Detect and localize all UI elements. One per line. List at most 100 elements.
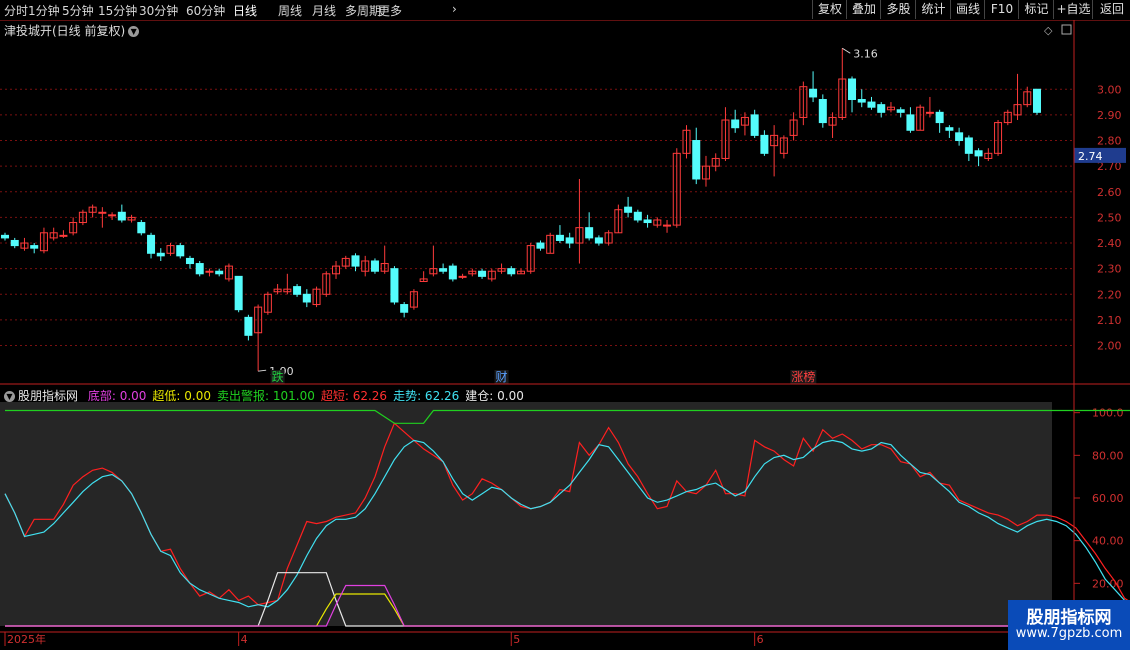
candle-body xyxy=(925,111,934,114)
tab-1[interactable]: 1分钟 xyxy=(28,2,60,19)
ind-tick-1: 80.00 xyxy=(1092,449,1124,462)
tab-2[interactable]: 5分钟 xyxy=(62,2,94,19)
candle-38 xyxy=(370,258,379,274)
price-tick-2: 2.80 xyxy=(1097,135,1122,148)
candle-body xyxy=(10,239,19,247)
candle-body xyxy=(536,242,545,249)
chevron-right-icon[interactable]: › xyxy=(452,2,457,16)
candle-body xyxy=(867,101,876,108)
watermark-title: 股朋指标网 xyxy=(1026,608,1112,628)
max-price-label: 3.16 xyxy=(853,47,878,60)
candle-body xyxy=(555,234,564,241)
indicator-header: ▼ 股朋指标网 底部: 0.00 超低: 0.00 卖出警报: 101.00 超短: 6… xyxy=(4,387,524,404)
tab-9[interactable]: 多周期 xyxy=(345,2,381,19)
toolbar-button-0[interactable]: 复权 xyxy=(812,0,847,19)
toolbar-button-5[interactable]: F10 xyxy=(984,0,1019,19)
candle-body xyxy=(370,260,379,272)
tab-6[interactable]: 日线 xyxy=(233,2,257,19)
tab-0[interactable]: 分时 xyxy=(4,2,28,19)
candle-24 xyxy=(234,275,243,313)
toolbar-button-4[interactable]: 画线 xyxy=(950,0,985,19)
event-badge-2: 涨榜 xyxy=(791,369,815,384)
candle-14 xyxy=(137,219,146,236)
candle-body xyxy=(809,88,818,98)
candle-20 xyxy=(195,260,204,277)
candle-body xyxy=(215,270,224,275)
candle-body xyxy=(643,219,652,224)
candle-body xyxy=(1032,88,1042,113)
candle-body xyxy=(448,265,457,280)
candle-body xyxy=(244,316,253,336)
candle-18 xyxy=(176,243,185,259)
candle-body xyxy=(439,268,448,272)
event-badge-0: 跌 xyxy=(272,369,284,384)
indicator-value-3: 超短: 62.26 xyxy=(320,389,388,403)
time-label-2: 5 xyxy=(513,633,520,646)
ind-tick-2: 60.00 xyxy=(1092,492,1124,505)
candle-body xyxy=(896,109,905,113)
price-tick-9: 2.10 xyxy=(1097,314,1122,327)
candle-body xyxy=(390,268,399,303)
chevron-down-icon[interactable]: ▼ xyxy=(4,391,15,402)
tab-4[interactable]: 30分钟 xyxy=(139,2,178,19)
toolbar-button-8[interactable]: 返回 xyxy=(1092,0,1130,19)
candle-body xyxy=(293,286,302,295)
candle-body xyxy=(302,293,311,303)
candle-body xyxy=(176,245,185,257)
price-tick-6: 2.40 xyxy=(1097,237,1122,250)
toolbar-button-2[interactable]: 多股 xyxy=(880,0,916,19)
toolbar-button-7[interactable]: +自选 xyxy=(1053,0,1093,19)
tab-7[interactable]: 周线 xyxy=(278,2,302,19)
candle-body xyxy=(351,255,360,267)
stock-title: 津投城开(日线 前复权) xyxy=(4,24,126,38)
panel-toggle-icon xyxy=(1061,24,1072,35)
price-tick-0: 3.00 xyxy=(1097,83,1122,96)
ind-tick-0: 100.0 xyxy=(1092,407,1124,420)
candle-body xyxy=(585,227,594,239)
tab-10[interactable]: 更多 xyxy=(378,2,402,19)
candle-body xyxy=(750,114,759,136)
candle-body xyxy=(185,257,194,265)
candle-body xyxy=(108,214,117,217)
chart-canvas: 3.002.902.802.702.602.502.402.302.202.10… xyxy=(0,19,1130,646)
indicator-value-0: 底部: 0.00 xyxy=(87,389,147,403)
candle-body xyxy=(59,234,68,237)
indicator-panel-bg xyxy=(0,402,1052,626)
candle-body xyxy=(663,224,672,227)
event-badge-1: 财 xyxy=(496,370,508,384)
candle-body xyxy=(195,263,204,275)
toolbar-button-6[interactable]: 标记 xyxy=(1018,0,1054,19)
current-price-label: 2.74 xyxy=(1078,150,1103,163)
toolbar: 分时 1分钟 5分钟 15分钟 30分钟 60分钟 日线 周线 月线 多周期 更多 › 复权 叠加 多股 统计… xyxy=(0,0,1130,20)
tab-8[interactable]: 月线 xyxy=(312,2,336,19)
indicator-value-2: 卖出警报: 101.00 xyxy=(217,389,315,403)
candle-body xyxy=(205,270,214,273)
tab-3[interactable]: 15分钟 xyxy=(98,2,137,19)
candle-body xyxy=(147,234,156,254)
price-tick-4: 2.60 xyxy=(1097,186,1122,199)
diamond-icon: ◇ xyxy=(1044,24,1053,37)
tab-5[interactable]: 60分钟 xyxy=(186,2,225,19)
toolbar-button-1[interactable]: 叠加 xyxy=(846,0,881,19)
indicator-value-5: 建仓: 0.00 xyxy=(465,389,524,403)
chevron-down-icon[interactable]: ▼ xyxy=(128,26,140,37)
toolbar-button-3[interactable]: 统计 xyxy=(915,0,951,19)
candle-body xyxy=(400,304,409,313)
candle-body xyxy=(156,252,165,257)
candle-106 xyxy=(1032,88,1042,115)
candle-body xyxy=(507,268,516,275)
price-tick-10: 2.00 xyxy=(1097,340,1122,353)
time-label-0: 2025年 xyxy=(7,632,46,646)
candle-body xyxy=(234,275,243,311)
price-tick-1: 2.90 xyxy=(1097,109,1122,122)
candle-body xyxy=(731,119,740,129)
price-tick-5: 2.50 xyxy=(1097,211,1122,224)
candle-body xyxy=(906,114,915,131)
candle-body xyxy=(877,104,886,113)
candle-body xyxy=(137,222,146,234)
indicator-value-1: 超低: 0.00 xyxy=(152,389,211,403)
indicator-name[interactable]: 股朋指标网 xyxy=(18,389,78,403)
price-tick-8: 2.20 xyxy=(1097,288,1122,301)
candle-body xyxy=(30,245,39,249)
candle-body xyxy=(818,99,827,124)
